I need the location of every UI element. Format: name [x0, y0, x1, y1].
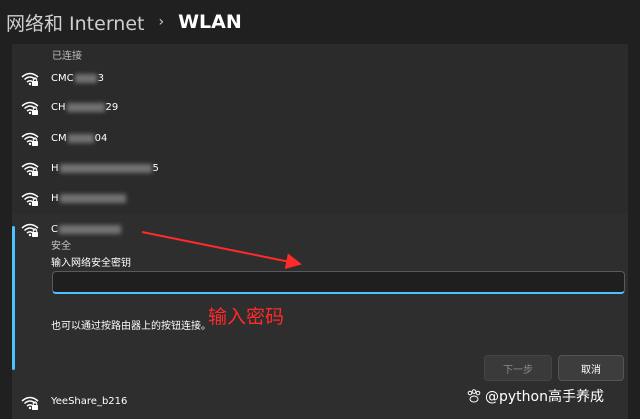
password-label: 输入网络安全密钥: [51, 258, 131, 269]
network-ssid: CMC 3: [51, 73, 104, 84]
next-button[interactable]: 下一步: [484, 355, 552, 381]
password-input[interactable]: [52, 271, 625, 294]
redacted-blur: [59, 194, 126, 203]
network-item-4[interactable]: H 5: [12, 156, 628, 185]
ssid-prefix: C: [51, 224, 58, 235]
network-item-2[interactable]: CH 29: [12, 95, 628, 124]
cancel-button[interactable]: 取消: [558, 355, 624, 381]
network-list: 已连接 CMC 3 CH 29 CM 04 H 5 H C 安全 输入网络安全密…: [12, 44, 628, 419]
selected-network-ssid: C: [51, 224, 122, 235]
network-ssid: YeeShare_b216: [51, 396, 128, 407]
network-ssid: CH 29: [51, 102, 118, 113]
redacted-blur: [74, 74, 97, 83]
wifi-lock-icon: [21, 71, 39, 87]
ssid-prefix: H: [51, 193, 59, 204]
ssid-prefix: CH: [51, 102, 66, 113]
title-bar: 网络和 Internet › WLAN: [0, 0, 640, 44]
network-item-5[interactable]: H: [12, 186, 628, 215]
wifi-lock-icon: [21, 395, 39, 411]
ssid-suffix: 29: [105, 102, 119, 113]
paw-logo-icon: [467, 389, 481, 403]
ssid-prefix: H: [51, 163, 59, 174]
network-item-3[interactable]: CM 04: [12, 126, 628, 155]
network-ssid: H 5: [51, 163, 159, 174]
ssid-suffix: 5: [152, 163, 159, 174]
breadcrumb-network-internet[interactable]: 网络和 Internet: [6, 9, 144, 36]
wifi-lock-icon: [21, 191, 39, 207]
wps-hint: 也可以通过按路由器上的按钮连接。: [51, 321, 211, 332]
network-ssid: H: [51, 193, 127, 204]
ssid-suffix: 04: [94, 133, 108, 144]
wifi-lock-icon: [21, 222, 39, 238]
connected-status: 已连接: [52, 51, 82, 62]
network-ssid: CM 04: [51, 133, 107, 144]
wifi-lock-icon: [21, 161, 39, 177]
redacted-blur: [67, 134, 94, 143]
watermark-text: @python高手养成: [485, 389, 604, 405]
chevron-right-icon: ›: [158, 14, 165, 30]
security-status: 安全: [51, 241, 71, 252]
annotation-text: 输入密码: [208, 306, 285, 328]
page-title: WLAN: [178, 11, 242, 33]
redacted-blur: [59, 164, 152, 173]
wifi-lock-icon: [21, 131, 39, 147]
ssid-suffix: 3: [97, 73, 104, 84]
wifi-lock-icon: [21, 100, 39, 116]
ssid-prefix: CM: [51, 133, 67, 144]
ssid-prefix: CMC: [51, 73, 74, 84]
selection-indicator: [12, 226, 15, 370]
redacted-blur: [66, 103, 105, 112]
redacted-blur: [58, 225, 121, 234]
watermark: @python高手养成: [466, 386, 604, 406]
network-item-1[interactable]: CMC 3: [12, 66, 628, 95]
